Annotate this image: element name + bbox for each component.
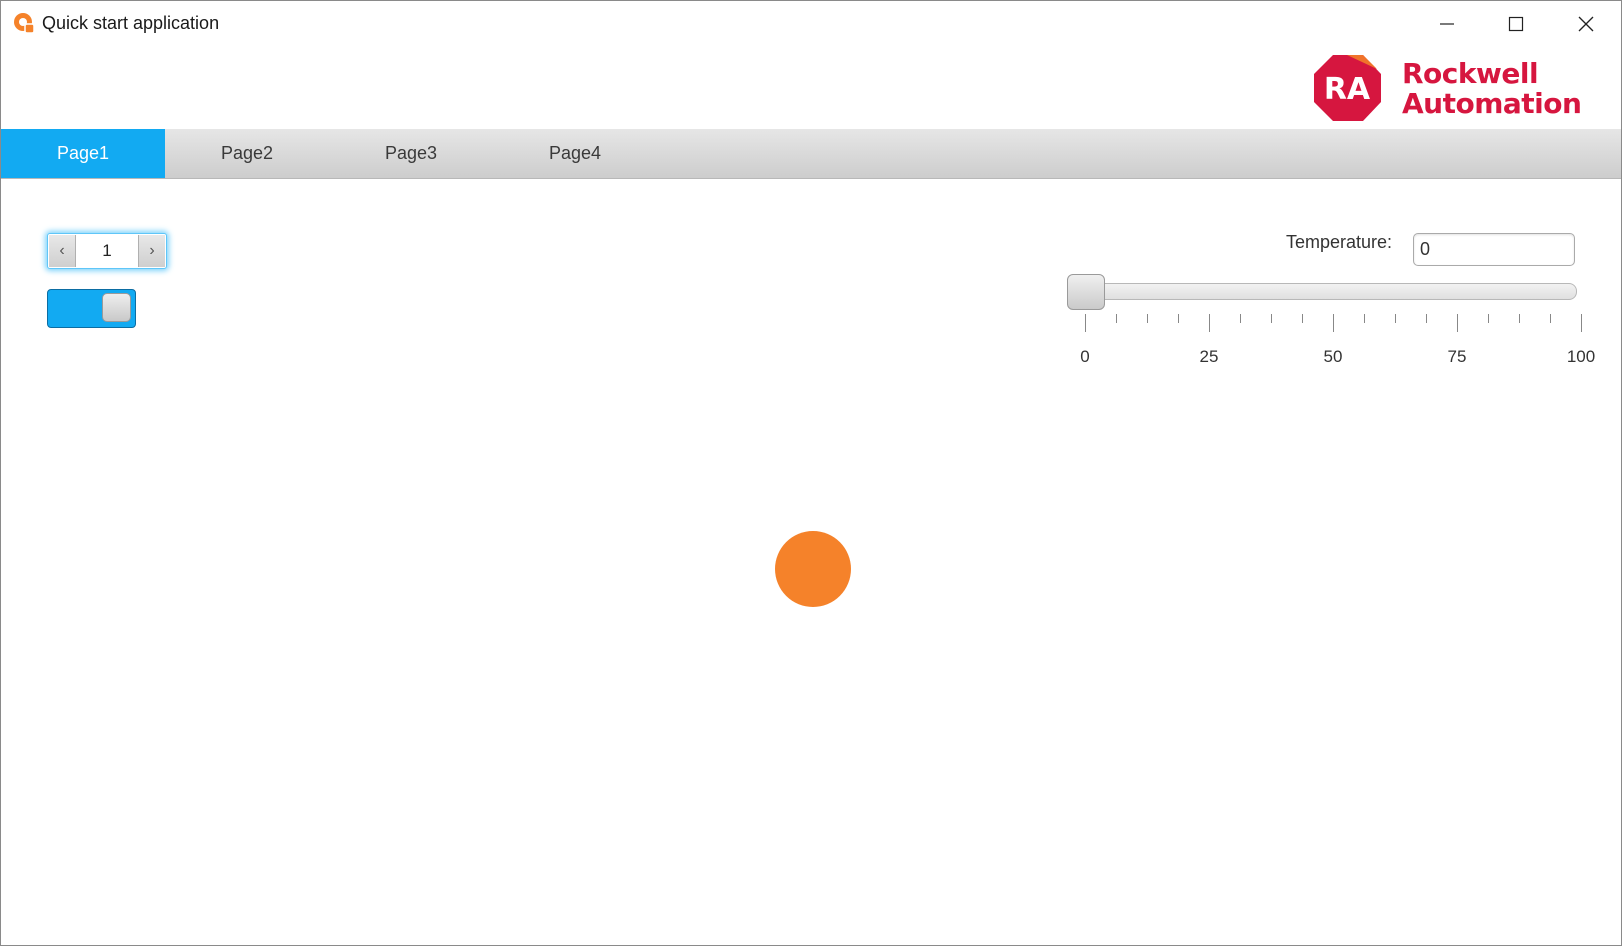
slider-tick (1147, 314, 1148, 323)
slider-tick (1364, 314, 1365, 323)
slider-tick (1488, 314, 1489, 323)
tab-page1[interactable]: Page1 (1, 129, 165, 178)
slider-tick (1550, 314, 1551, 323)
ra-mark-text: RA (1324, 72, 1371, 107)
slider-ticks (1085, 314, 1582, 334)
slider-tick (1457, 314, 1458, 332)
slider-tick-label: 0 (1080, 347, 1090, 366)
slider-tick (1302, 314, 1303, 323)
logo-text: Rockwell Automation (1402, 57, 1582, 120)
slider-tick (1209, 314, 1210, 332)
spin-value-field[interactable]: 1 (76, 234, 138, 268)
tab-bar: Page1 Page2 Page3 Page4 (1, 129, 1621, 179)
app-window: Quick start application RA Rockwell Auto… (0, 0, 1622, 946)
status-indicator (775, 531, 851, 607)
toggle-knob (102, 293, 131, 322)
close-button[interactable] (1552, 1, 1620, 47)
toggle-switch[interactable] (47, 289, 136, 328)
temperature-label: Temperature: (1286, 232, 1393, 252)
logo-text-line1: Rockwell (1402, 57, 1539, 90)
close-icon (1578, 16, 1594, 32)
tab-page3[interactable]: Page3 (329, 129, 493, 178)
chevron-left-icon: ‹ (59, 242, 65, 259)
slider-tick (1333, 314, 1334, 332)
ra-mark-icon: RA (1314, 55, 1381, 121)
app-logo-icon (14, 13, 35, 34)
slider-tick (1240, 314, 1241, 323)
slider-tick (1426, 314, 1427, 323)
slider-tick (1519, 314, 1520, 323)
title-bar: Quick start application (1, 1, 1621, 47)
minimize-icon (1440, 23, 1454, 25)
chevron-right-icon: › (149, 242, 155, 259)
slider-tick (1581, 314, 1582, 332)
logo-text-line2: Automation (1402, 87, 1582, 120)
slider-tick-label: 75 (1447, 347, 1467, 366)
spin-decrement-button[interactable]: ‹ (49, 235, 76, 267)
slider-tick-label: 50 (1323, 347, 1343, 366)
slider-tick (1178, 314, 1179, 323)
maximize-button[interactable] (1482, 1, 1550, 47)
slider-tick-label: 100 (1566, 347, 1596, 366)
slider-track[interactable] (1067, 283, 1577, 300)
spin-box: ‹ 1 › (47, 233, 167, 269)
slider-thumb[interactable] (1067, 274, 1105, 310)
tab-page4[interactable]: Page4 (493, 129, 657, 178)
slider-tick (1116, 314, 1117, 323)
temperature-input[interactable]: 0 (1413, 233, 1575, 266)
slider-tick (1395, 314, 1396, 323)
window-title: Quick start application (42, 13, 220, 33)
slider-tick (1271, 314, 1272, 323)
tab-page2[interactable]: Page2 (165, 129, 329, 178)
minimize-button[interactable] (1413, 1, 1481, 47)
rockwell-automation-logo: RA Rockwell Automation (1311, 52, 1616, 124)
slider-tick (1085, 314, 1086, 332)
spin-increment-button[interactable]: › (138, 235, 165, 267)
slider-tick-label: 25 (1199, 347, 1219, 366)
maximize-icon (1508, 16, 1524, 32)
slider-tick-labels: 0 25 50 75 100 (1080, 347, 1595, 369)
